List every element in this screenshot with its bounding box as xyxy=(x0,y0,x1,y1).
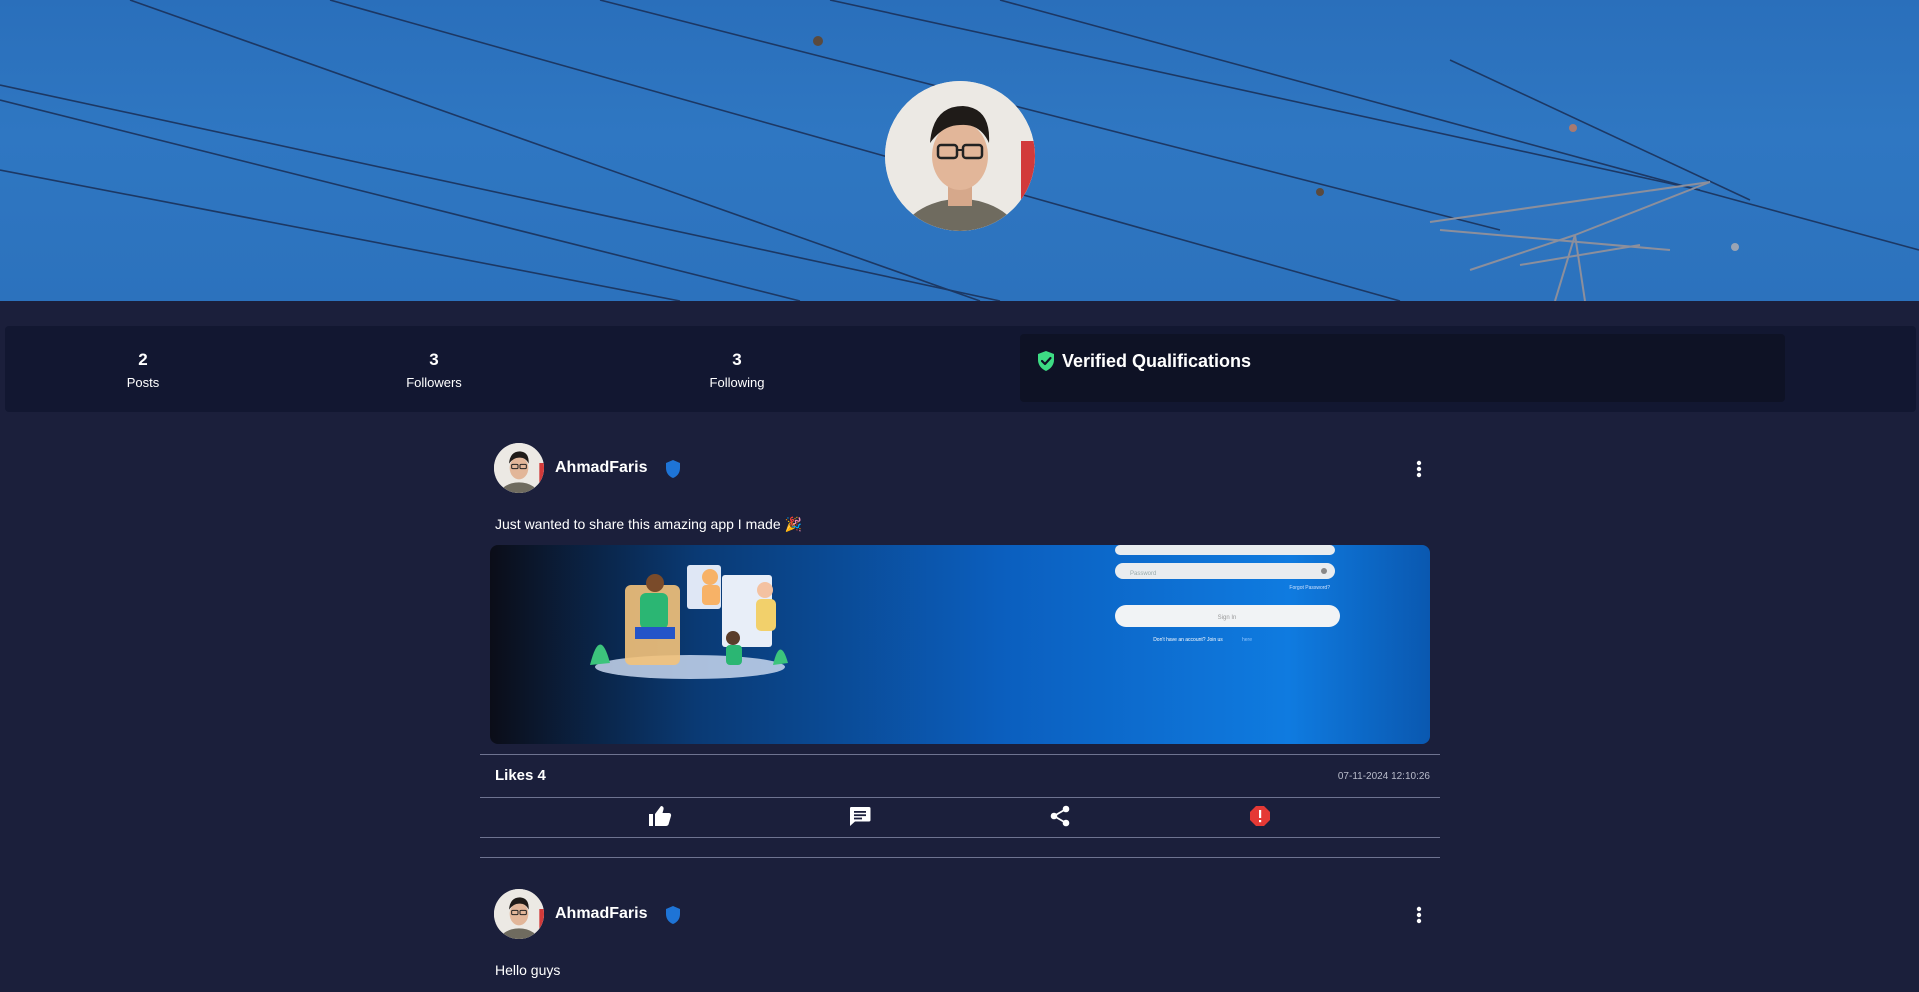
post-timestamp: 07-11-2024 12:10:26 xyxy=(1337,771,1430,782)
stat-following-label: Following xyxy=(709,375,765,390)
post-image-signup-link: here xyxy=(1242,637,1252,643)
divider xyxy=(480,797,1440,798)
post-author-avatar[interactable] xyxy=(494,443,544,493)
verified-qualifications-title: Verified Qualifications xyxy=(1062,351,1252,371)
divider xyxy=(480,754,1440,755)
post-author-name[interactable]: AhmadFaris xyxy=(555,459,647,477)
stat-posts-label: Posts xyxy=(126,375,160,390)
post-separator xyxy=(480,857,1440,858)
share-icon xyxy=(1049,805,1071,832)
stat-posts-count: 2 xyxy=(138,350,148,369)
post-image-password-placeholder: Password xyxy=(1130,571,1156,577)
verified-badge-icon xyxy=(664,459,682,484)
stat-followers-label: Followers xyxy=(406,375,462,390)
stat-following[interactable]: 3 Following xyxy=(677,350,797,390)
comment-button[interactable] xyxy=(845,806,875,830)
post-image[interactable]: Password Forgot Password? Sign In Don't … xyxy=(490,545,1430,744)
cover-photo xyxy=(0,0,1919,301)
verified-qualifications-card[interactable]: Verified Qualifications xyxy=(1020,334,1785,402)
post-likes-count[interactable]: Likes 4 xyxy=(495,767,546,784)
comment-icon xyxy=(849,805,871,832)
post-image-forgot-password: Forgot Password? xyxy=(1289,585,1330,591)
verified-shield-icon xyxy=(1036,350,1056,377)
post-more-options-icon[interactable] xyxy=(1415,905,1423,930)
share-button[interactable] xyxy=(1045,805,1075,832)
stat-posts[interactable]: 2 Posts xyxy=(83,350,203,390)
post-more-options-icon[interactable] xyxy=(1415,459,1423,484)
post-image-signup-prompt: Don't have an account? Join us xyxy=(1153,637,1223,643)
stat-followers[interactable]: 3 Followers xyxy=(374,350,494,390)
stat-followers-count: 3 xyxy=(429,350,439,369)
post-image-signin-button: Sign In xyxy=(1218,615,1237,621)
report-alert-icon xyxy=(1249,805,1271,832)
report-button[interactable] xyxy=(1245,805,1275,832)
post-author-avatar[interactable] xyxy=(494,889,544,939)
post-author-name[interactable]: AhmadFaris xyxy=(555,905,647,923)
post-text: Hello guys xyxy=(495,962,561,978)
post-image-app-screenshot: Password Forgot Password? Sign In Don't … xyxy=(590,545,1340,679)
like-button[interactable] xyxy=(645,805,675,832)
verified-badge-icon xyxy=(664,905,682,930)
divider xyxy=(480,837,1440,838)
profile-avatar[interactable] xyxy=(885,81,1035,231)
thumbs-up-icon xyxy=(648,805,672,832)
post-text: Just wanted to share this amazing app I … xyxy=(495,516,802,532)
stat-following-count: 3 xyxy=(732,350,742,369)
